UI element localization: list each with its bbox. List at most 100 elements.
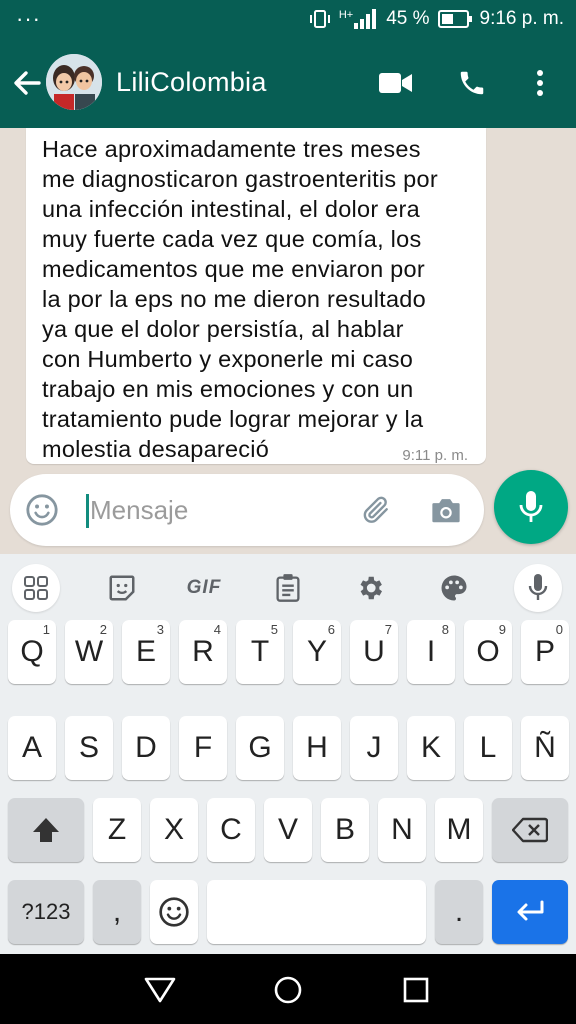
backspace-icon [512,817,548,843]
key-p[interactable]: P0 [521,620,569,684]
nav-back-button[interactable] [140,970,180,1010]
key-label: J [366,731,382,764]
key-label: E [135,635,156,668]
key-label: G [248,731,272,764]
status-bar: ··· H+ 45 % 9:16 p. m. [0,0,576,40]
key-hint: 6 [327,622,335,637]
more-options-button[interactable] [520,64,560,102]
key-t[interactable]: T5 [236,620,284,684]
key-i[interactable]: I8 [407,620,455,684]
key-label: Y [306,635,327,668]
composer-field[interactable] [10,474,484,546]
message-bubble[interactable]: Hace aproximadamente tres meses me diagn… [26,128,486,464]
camera-button[interactable] [428,492,464,528]
key-hint: 5 [270,622,278,637]
key-u[interactable]: U7 [350,620,398,684]
contact-name[interactable]: LiliColombia [116,67,267,98]
key-s[interactable]: S [65,716,113,780]
message-input[interactable] [90,488,350,532]
key-hint: 3 [156,622,164,637]
nav-recents-button[interactable] [396,970,436,1010]
key-j[interactable]: J [350,716,398,780]
key-q[interactable]: Q1 [8,620,56,684]
key-hint: 1 [42,622,50,637]
key-label: P [534,635,555,668]
emoji-key[interactable] [150,880,198,944]
key-hint: 9 [498,622,506,637]
key-label: U [363,635,385,668]
key-r[interactable]: R4 [179,620,227,684]
gif-button[interactable]: GIF [180,564,228,612]
comma-key[interactable]: , [93,880,141,944]
message-text: Hace aproximadamente tres meses me diagn… [42,134,472,464]
symbols-key[interactable]: ?123 [8,880,84,944]
message-line: medicamentos que me enviaron por [42,256,425,282]
nav-home-button[interactable] [268,970,308,1010]
key-enye[interactable]: Ñ [521,716,569,780]
triangle-back-icon [144,977,176,1003]
attach-button[interactable] [358,492,394,528]
space-key[interactable] [207,880,426,944]
key-label: X [163,813,184,846]
composer-bar [0,468,576,554]
key-g[interactable]: G [236,716,284,780]
key-e[interactable]: E3 [122,620,170,684]
back-button[interactable] [10,64,44,102]
apps-grid-icon [24,576,48,600]
key-x[interactable]: X [150,798,198,862]
microphone-icon [528,574,548,600]
message-timestamp: 9:11 p. m. [402,447,468,464]
voice-call-button[interactable] [452,64,492,102]
shift-key[interactable] [8,798,84,862]
message-line: ya que el dolor persistía, al hablar [42,316,404,342]
network-type: H+ [338,9,354,21]
sticker-icon [109,575,135,601]
theme-button[interactable] [430,564,478,612]
key-o[interactable]: O9 [464,620,512,684]
voice-typing-button[interactable] [514,564,562,612]
square-recents-icon [403,977,429,1003]
key-label: L [479,731,497,764]
key-n[interactable]: N [378,798,426,862]
message-line: la por la eps no me dieron resultado [42,286,426,312]
key-hint: 8 [441,622,449,637]
emoji-button[interactable] [24,492,60,528]
key-z[interactable]: Z [93,798,141,862]
settings-button[interactable] [346,564,394,612]
voice-message-button[interactable] [494,470,568,544]
clipboard-button[interactable] [264,564,312,612]
shift-icon [33,818,59,842]
key-d[interactable]: D [122,716,170,780]
camera-icon [432,499,460,523]
key-label: V [277,813,298,846]
backspace-key[interactable] [492,798,568,862]
paperclip-icon [363,496,388,523]
chat-area[interactable]: Hace aproximadamente tres meses me diagn… [0,128,576,468]
battery-icon [437,10,472,28]
video-call-button[interactable] [376,64,416,102]
key-w[interactable]: W2 [65,620,113,684]
key-label: H [306,731,328,764]
chat-header: LiliColombia [0,40,576,128]
back-arrow-icon [14,71,41,95]
circle-home-icon [274,976,302,1004]
avatar[interactable] [46,54,102,110]
key-v[interactable]: V [264,798,312,862]
key-h[interactable]: H [293,716,341,780]
enter-key[interactable] [492,880,568,944]
key-f[interactable]: F [179,716,227,780]
message-line: tratamiento pude lograr mejorar y la [42,406,424,432]
period-key[interactable]: . [435,880,483,944]
key-label: F [193,731,213,764]
sticker-button[interactable] [98,564,146,612]
key-l[interactable]: L [464,716,512,780]
apps-button[interactable] [12,564,60,612]
key-label: B [334,813,355,846]
key-b[interactable]: B [321,798,369,862]
microphone-icon [519,491,543,522]
key-y[interactable]: Y6 [293,620,341,684]
key-k[interactable]: K [407,716,455,780]
key-a[interactable]: A [8,716,56,780]
key-c[interactable]: C [207,798,255,862]
key-m[interactable]: M [435,798,483,862]
